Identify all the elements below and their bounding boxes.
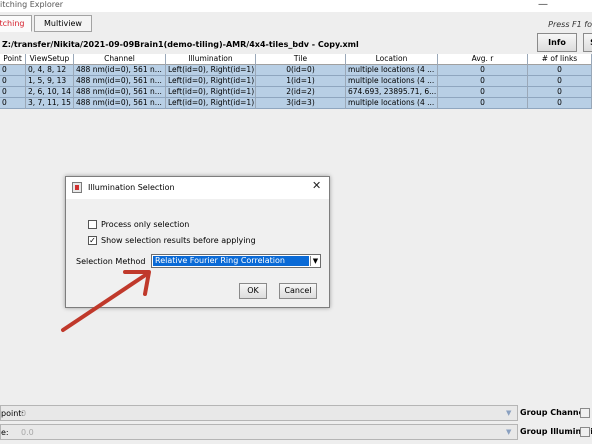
- table-cell: 2(id=2): [256, 87, 346, 98]
- help-hint: Press F1 fo: [548, 20, 592, 29]
- table-cell: multiple locations (4 ...: [346, 76, 438, 87]
- table-header: Point ViewSetup Channel Illumination Til…: [0, 54, 592, 65]
- table-cell: 488 nm(id=0), 561 n...: [74, 65, 166, 76]
- table-cell: 0: [438, 76, 528, 87]
- table-cell: 0: [0, 87, 26, 98]
- selection-method-dropdown[interactable]: Relative Fourier Ring Correlation ▼: [151, 254, 321, 268]
- ok-button[interactable]: OK: [239, 283, 267, 299]
- time-point-value: 0: [21, 409, 27, 418]
- java-app-icon: [72, 182, 82, 193]
- table-row[interactable]: 0 3, 7, 11, 15 488 nm(id=0), 561 n... Le…: [0, 98, 592, 109]
- table-cell: Left(id=0), Right(id=1): [166, 76, 256, 87]
- minimize-button[interactable]: —: [538, 0, 548, 10]
- show-selection-results-checkbox[interactable]: ✓: [88, 236, 97, 245]
- table-cell: 488 nm(id=0), 561 n...: [74, 98, 166, 109]
- table-cell: 2, 6, 10, 14: [26, 87, 74, 98]
- table-cell: 3, 7, 11, 15: [26, 98, 74, 109]
- window-title-bar: itching Explorer —: [0, 0, 592, 12]
- red-arrow-icon: [61, 270, 151, 332]
- tab-multiview[interactable]: Multiview: [34, 15, 92, 32]
- column-header-tile[interactable]: Tile: [256, 54, 346, 65]
- table-cell: 0: [0, 76, 26, 87]
- window-title: itching Explorer: [0, 0, 64, 9]
- table-cell: 0, 4, 8, 12: [26, 65, 74, 76]
- table-cell: 0: [528, 65, 592, 76]
- table-cell: 674.693, 23895.71, 6...: [346, 87, 438, 98]
- table-cell: 0: [528, 76, 592, 87]
- table-cell: 0: [438, 98, 528, 109]
- table-cell: Left(id=0), Right(id=1): [166, 65, 256, 76]
- table-cell: 0(id=0): [256, 65, 346, 76]
- column-header-avg-r[interactable]: Avg. r: [438, 54, 528, 65]
- table-cell: 3(id=3): [256, 98, 346, 109]
- column-header-viewsetup[interactable]: ViewSetup: [26, 54, 74, 65]
- info-button[interactable]: Info: [537, 33, 577, 52]
- table-cell: 0: [438, 65, 528, 76]
- illumination-label: e:: [1, 428, 9, 437]
- table-cell: multiple locations (4 ...: [346, 98, 438, 109]
- time-point-combo[interactable]: point: 0 ▼: [0, 405, 518, 421]
- selection-method-value: Relative Fourier Ring Correlation: [153, 256, 309, 266]
- chevron-down-icon[interactable]: ▼: [310, 256, 320, 266]
- tab-stitching[interactable]: tching: [0, 15, 32, 32]
- column-header-links[interactable]: # of links: [528, 54, 592, 65]
- table-row[interactable]: 0 2, 6, 10, 14 488 nm(id=0), 561 n... Le…: [0, 87, 592, 98]
- time-point-row: point: 0 ▼ Group Channel: [0, 405, 592, 421]
- column-header-channel[interactable]: Channel: [74, 54, 166, 65]
- cancel-button[interactable]: Cancel: [279, 283, 317, 299]
- table-cell: 1, 5, 9, 13: [26, 76, 74, 87]
- process-only-selection-label: Process only selection: [101, 220, 190, 229]
- group-illumination-checkbox[interactable]: [580, 427, 590, 437]
- dataset-path: Z:/transfer/Nikita/2021-09-09Brain1(demo…: [2, 40, 359, 49]
- column-header-illumination[interactable]: Illumination: [166, 54, 256, 65]
- table-cell: multiple locations (4 ...: [346, 65, 438, 76]
- chevron-down-icon[interactable]: ▼: [506, 428, 511, 436]
- column-header-location[interactable]: Location: [346, 54, 438, 65]
- dialog-title: Illumination Selection: [88, 183, 175, 192]
- table-cell: 0: [438, 87, 528, 98]
- illumination-value: 0.0: [21, 428, 34, 437]
- table-cell: 0: [0, 98, 26, 109]
- illumination-row: e: 0.0 ▼ Group Illumination: [0, 424, 592, 440]
- chevron-down-icon[interactable]: ▼: [506, 409, 511, 417]
- table-cell: 0: [0, 65, 26, 76]
- table-row[interactable]: 0 0, 4, 8, 12 488 nm(id=0), 561 n... Lef…: [0, 65, 592, 76]
- table-cell: 0: [528, 98, 592, 109]
- dialog-title-bar[interactable]: Illumination Selection ✕: [66, 177, 329, 199]
- table-cell: Left(id=0), Right(id=1): [166, 98, 256, 109]
- table-cell: 488 nm(id=0), 561 n...: [74, 76, 166, 87]
- table-cell: 488 nm(id=0), 561 n...: [74, 87, 166, 98]
- table-cell: 0: [528, 87, 592, 98]
- show-selection-results-label: Show selection results before applying: [101, 236, 256, 245]
- save-button[interactable]: S: [583, 33, 592, 52]
- table-cell: 1(id=1): [256, 76, 346, 87]
- group-channel-checkbox[interactable]: [580, 408, 590, 418]
- process-only-selection-checkbox[interactable]: [88, 220, 97, 229]
- column-header-point[interactable]: Point: [0, 54, 26, 65]
- table-row[interactable]: 0 1, 5, 9, 13 488 nm(id=0), 561 n... Lef…: [0, 76, 592, 87]
- illumination-combo[interactable]: e: 0.0 ▼: [0, 424, 518, 440]
- group-channel-label: Group Channel: [520, 408, 587, 417]
- table-cell: Left(id=0), Right(id=1): [166, 87, 256, 98]
- close-icon[interactable]: ✕: [312, 180, 321, 192]
